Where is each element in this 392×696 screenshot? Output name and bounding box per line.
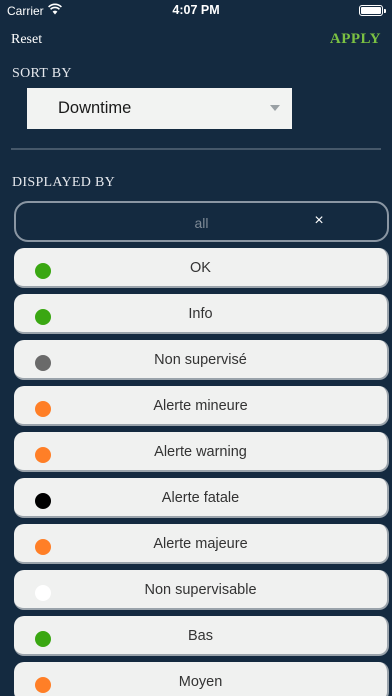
displayed-by-label: DISPLAYED BY (12, 175, 116, 190)
status-item[interactable]: OK (14, 248, 389, 288)
status-item-label: Alerte mineure (153, 398, 248, 414)
display-filter-field[interactable]: all × (14, 201, 389, 242)
status-item[interactable]: Non supervisé (14, 340, 389, 380)
sort-dropdown[interactable]: Downtime (27, 88, 292, 129)
status-item-label: Non supervisé (154, 352, 247, 368)
status-item-label: Non supervisable (144, 582, 257, 598)
status-item[interactable]: Bas (14, 616, 389, 656)
filter-value: all (194, 215, 209, 231)
apply-button[interactable]: APPLY (330, 31, 381, 48)
status-bar: Carrier 4:07 PM (0, 0, 392, 22)
status-item-label: Alerte majeure (153, 536, 248, 552)
sort-by-label: SORT BY (12, 66, 72, 81)
status-item-label: OK (190, 260, 211, 276)
status-item[interactable]: Alerte mineure (14, 386, 389, 426)
status-item[interactable]: Alerte warning (14, 432, 389, 472)
status-item-label: Bas (188, 628, 213, 644)
sort-selected-value: Downtime (58, 99, 132, 117)
status-item-label: Alerte warning (154, 444, 247, 460)
section-divider (11, 148, 381, 150)
status-item-label: Info (188, 306, 213, 322)
status-item-label: Moyen (178, 674, 223, 690)
status-item[interactable]: Info (14, 294, 389, 334)
clock-time: 4:07 PM (172, 3, 220, 17)
reset-button[interactable]: Reset (11, 32, 42, 48)
clear-icon[interactable]: × (311, 212, 327, 230)
caret-down-icon (270, 105, 280, 111)
status-item[interactable]: Alerte majeure (14, 524, 389, 564)
battery-icon (359, 5, 386, 16)
status-item-label: Alerte fatale (161, 490, 240, 506)
status-item[interactable]: Moyen (14, 662, 389, 696)
status-item[interactable]: Non supervisable (14, 570, 389, 610)
status-item[interactable]: Alerte fatale (14, 478, 389, 518)
